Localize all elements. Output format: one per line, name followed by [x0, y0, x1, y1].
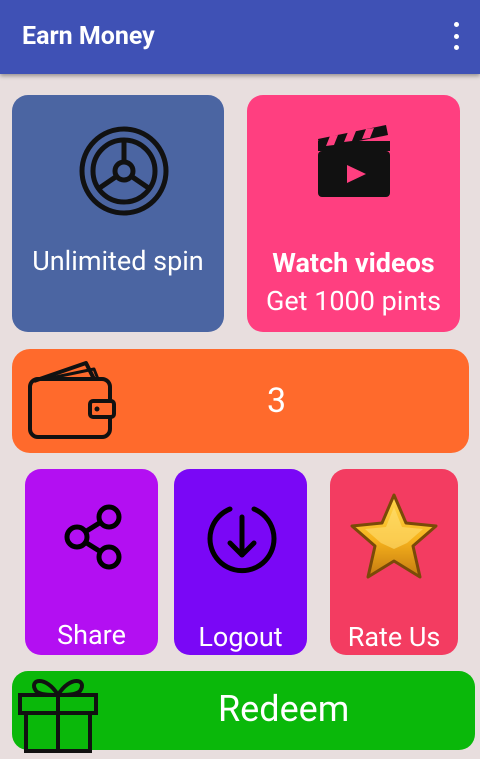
wallet-icon — [28, 361, 116, 439]
download-circle-icon — [207, 506, 277, 574]
redeem-tile[interactable]: Redeem — [12, 671, 475, 753]
share-label: Share — [57, 619, 126, 651]
rate-us-label: Rate Us — [347, 621, 441, 653]
clapperboard-icon — [318, 125, 390, 197]
app-title: Earn Money — [22, 22, 155, 51]
star-icon — [350, 493, 438, 579]
watch-videos-subtitle: Get 1000 pints — [265, 285, 442, 317]
share-icon — [64, 504, 122, 570]
gift-icon — [18, 679, 98, 753]
rate-us-tile[interactable]: Rate Us — [330, 469, 458, 655]
logout-label: Logout — [198, 621, 283, 653]
redeem-label: Redeem — [218, 688, 350, 730]
wallet-balance: 3 — [267, 381, 287, 421]
watch-videos-tile[interactable]: Watch videos Get 1000 pints — [247, 95, 460, 332]
app-bar: Earn Money — [0, 0, 480, 74]
logout-tile[interactable]: Logout — [174, 469, 307, 655]
unlimited-spin-tile[interactable]: Unlimited spin — [12, 95, 224, 332]
unlimited-spin-label: Unlimited spin — [32, 245, 204, 277]
watch-videos-title: Watch videos — [272, 247, 435, 279]
share-tile[interactable]: Share — [25, 469, 158, 655]
more-vert-icon[interactable] — [446, 22, 466, 50]
steering-wheel-icon — [79, 126, 169, 216]
wallet-tile[interactable]: 3 — [12, 349, 469, 453]
